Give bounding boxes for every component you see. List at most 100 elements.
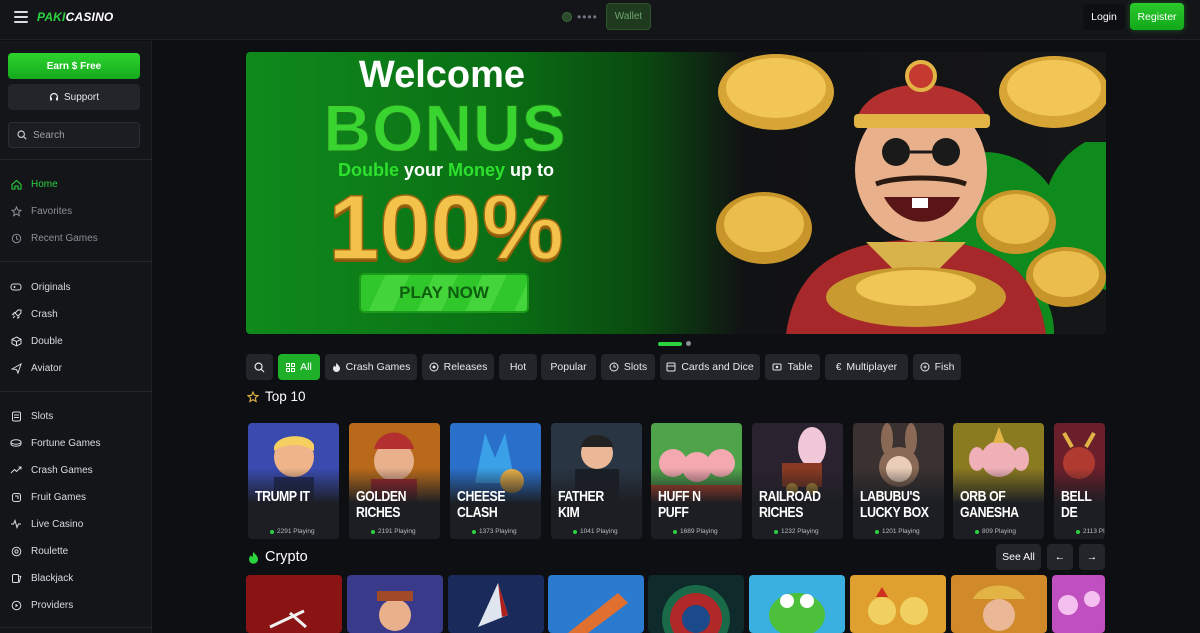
top-header: PAKICASINO •••• Wallet Login Register <box>0 0 1200 40</box>
sidebar-item-roulette[interactable]: Roulette <box>10 542 144 560</box>
game-title: HUFF N PUFF <box>658 488 701 521</box>
filter-label: Slots <box>623 361 648 373</box>
game-title: CHEESE CLASH <box>457 488 506 521</box>
filter-hot[interactable]: Hot <box>499 354 537 380</box>
filter-label: Table <box>787 361 813 373</box>
star-icon <box>247 390 259 403</box>
plane-icon <box>10 362 22 374</box>
game-card-huff-n-puff[interactable]: HUFF N PUFF 1689 Playing <box>651 423 742 539</box>
sidebar-divider <box>0 261 152 262</box>
sidebar-item-blackjack[interactable]: Blackjack <box>10 569 144 587</box>
crypto-game-tile[interactable] <box>347 575 443 633</box>
sidebar-item-originals[interactable]: Originals <box>10 278 144 296</box>
crypto-game-tile[interactable] <box>749 575 845 633</box>
flame-icon <box>332 363 340 372</box>
crypto-game-tile[interactable] <box>448 575 544 633</box>
pagination-dot[interactable] <box>686 341 691 346</box>
filter-all[interactable]: All <box>278 354 320 380</box>
fortune-icon <box>10 437 22 449</box>
game-title: TRUMP IT <box>255 488 310 505</box>
register-button[interactable]: Register <box>1130 3 1184 30</box>
filter-cards-and-dice[interactable]: Cards and Dice <box>660 354 760 380</box>
filter-slots[interactable]: Slots <box>601 354 655 380</box>
trend-icon <box>10 464 22 476</box>
game-card-golden-riches[interactable]: GOLDEN RICHES 2191 Playing <box>349 423 440 539</box>
gamepad-icon <box>10 281 22 293</box>
sidebar-item-double[interactable]: Double <box>10 332 144 350</box>
home-icon <box>10 178 22 190</box>
game-art <box>850 575 946 633</box>
filter-crash-games[interactable]: Crash Games <box>325 354 417 380</box>
filter-releases[interactable]: Releases <box>422 354 494 380</box>
crypto-game-tile[interactable] <box>1052 575 1105 633</box>
sidebar-item-fortune-games[interactable]: Fortune Games <box>10 434 144 452</box>
play-now-button[interactable]: PLAY NOW <box>359 273 529 313</box>
game-card-railroad-riches[interactable]: RAILROAD RICHES 1232 Playing <box>752 423 843 539</box>
sidebar-item-fruit-games[interactable]: Fruit Games <box>10 488 144 506</box>
crypto-game-tile[interactable] <box>246 575 342 633</box>
login-button[interactable]: Login <box>1083 4 1125 30</box>
crypto-game-tile[interactable] <box>648 575 744 633</box>
earn-free-button[interactable]: Earn $ Free <box>8 53 140 79</box>
see-all-button[interactable]: See All <box>996 544 1041 570</box>
wallet-button[interactable]: Wallet <box>606 3 651 30</box>
filter-popular[interactable]: Popular <box>541 354 596 380</box>
pulse-icon <box>10 518 22 530</box>
crypto-game-tile[interactable] <box>951 575 1047 633</box>
fish-icon <box>920 362 930 372</box>
sidebar-search[interactable] <box>8 122 140 148</box>
crypto-game-tile[interactable] <box>548 575 644 633</box>
game-card-trump-it[interactable]: TRUMP IT 2291 Playing <box>248 423 339 539</box>
game-title: FATHER KIM <box>558 488 604 521</box>
sidebar-item-label: Originals <box>31 281 71 293</box>
balance-display[interactable]: •••• <box>562 10 598 24</box>
sidebar-item-favorites[interactable]: Favorites <box>10 202 144 220</box>
sidebar-item-home[interactable]: Home <box>10 175 144 193</box>
filter-multiplayer[interactable]: € Multiplayer <box>825 354 908 380</box>
playing-count: 1689 Playing <box>673 528 718 535</box>
banner-percent-text: 100% <box>328 176 565 280</box>
sidebar-item-aviator[interactable]: Aviator <box>10 359 144 377</box>
search-icon <box>254 361 265 372</box>
welcome-bonus-banner[interactable]: Welcome BONUS Double your Money up to 10… <box>246 52 1106 334</box>
support-label: Support <box>63 91 100 103</box>
game-title: LABUBU'S LUCKY BOX <box>860 488 929 521</box>
sidebar-item-label: Fortune Games <box>31 437 101 449</box>
game-card-orb-of-ganesha[interactable]: ORB OF GANESHA 809 Playing <box>953 423 1044 539</box>
filter-fish[interactable]: Fish <box>913 354 961 380</box>
sidebar-item-slots[interactable]: Slots <box>10 407 144 425</box>
game-art <box>648 575 744 633</box>
site-logo[interactable]: PAKICASINO <box>37 10 113 24</box>
support-button[interactable]: Support <box>8 84 140 110</box>
sidebar-item-crash-games[interactable]: Crash Games <box>10 461 144 479</box>
sidebar-item-label: Aviator <box>31 362 62 374</box>
hamburger-menu-icon[interactable] <box>14 11 28 23</box>
game-card-bell-de[interactable]: BELL DE 2113 Pl <box>1054 423 1105 539</box>
playing-count: 1041 Playing <box>573 528 618 535</box>
carousel-next-button[interactable]: → <box>1079 544 1105 570</box>
filter-search-button[interactable] <box>246 354 273 380</box>
game-art <box>548 575 644 633</box>
carousel-prev-button[interactable]: ← <box>1047 544 1073 570</box>
search-input[interactable] <box>33 129 133 141</box>
sidebar-item-crash[interactable]: Crash <box>10 305 144 323</box>
roulette-icon <box>10 545 22 557</box>
filter-table[interactable]: Table <box>765 354 820 380</box>
balance-masked: •••• <box>577 10 598 24</box>
sidebar-item-label: Crash <box>31 308 58 320</box>
game-art <box>246 575 342 633</box>
sidebar-item-providers[interactable]: Providers <box>10 596 144 614</box>
sidebar-item-live-casino[interactable]: Live Casino <box>10 515 144 533</box>
game-title: GOLDEN RICHES <box>356 488 407 521</box>
crypto-game-tile[interactable] <box>850 575 946 633</box>
banner-bonus-text: BONUS <box>323 91 567 166</box>
sidebar-item-recent-games[interactable]: Recent Games <box>10 229 144 247</box>
game-card-labubus-lucky-box[interactable]: LABUBU'S LUCKY BOX 1201 Playing <box>853 423 944 539</box>
game-card-father-kim[interactable]: FATHER KIM 1041 Playing <box>551 423 642 539</box>
rocket-icon <box>10 308 22 320</box>
playing-count: 1201 Playing <box>875 528 920 535</box>
game-art <box>749 575 845 633</box>
game-card-cheese-clash[interactable]: CHEESE CLASH 1373 Playing <box>450 423 541 539</box>
pagination-dot-active[interactable] <box>658 341 682 346</box>
filter-label: Hot <box>509 361 527 373</box>
